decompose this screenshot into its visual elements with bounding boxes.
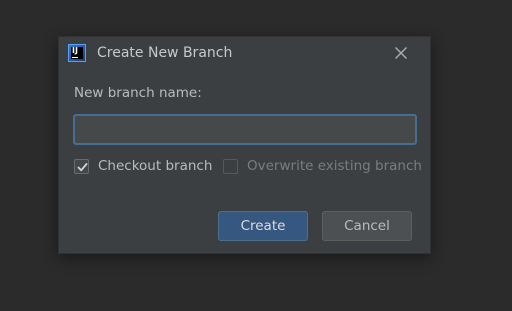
dialog-title: Create New Branch: [97, 45, 233, 61]
close-icon[interactable]: [392, 44, 410, 62]
create-button[interactable]: Create: [218, 211, 308, 241]
cancel-button[interactable]: Cancel: [322, 211, 412, 241]
checkout-branch-option[interactable]: Checkout branch: [74, 157, 212, 175]
create-branch-dialog: IJ Create New Branch New branch name: Ch…: [58, 36, 431, 254]
branch-name-input[interactable]: [73, 114, 417, 145]
checkout-branch-checkbox[interactable]: [74, 158, 89, 174]
branch-name-label: New branch name:: [74, 85, 202, 101]
overwrite-branch-label: Overwrite existing branch: [247, 158, 422, 174]
overwrite-branch-checkbox[interactable]: [223, 158, 238, 174]
checkmark-icon: [77, 162, 88, 171]
overwrite-branch-option[interactable]: Overwrite existing branch: [223, 157, 422, 175]
checkout-branch-label: Checkout branch: [98, 158, 213, 174]
intellij-idea-icon: IJ: [68, 44, 86, 62]
dialog-title-bar[interactable]: IJ Create New Branch: [59, 37, 430, 70]
